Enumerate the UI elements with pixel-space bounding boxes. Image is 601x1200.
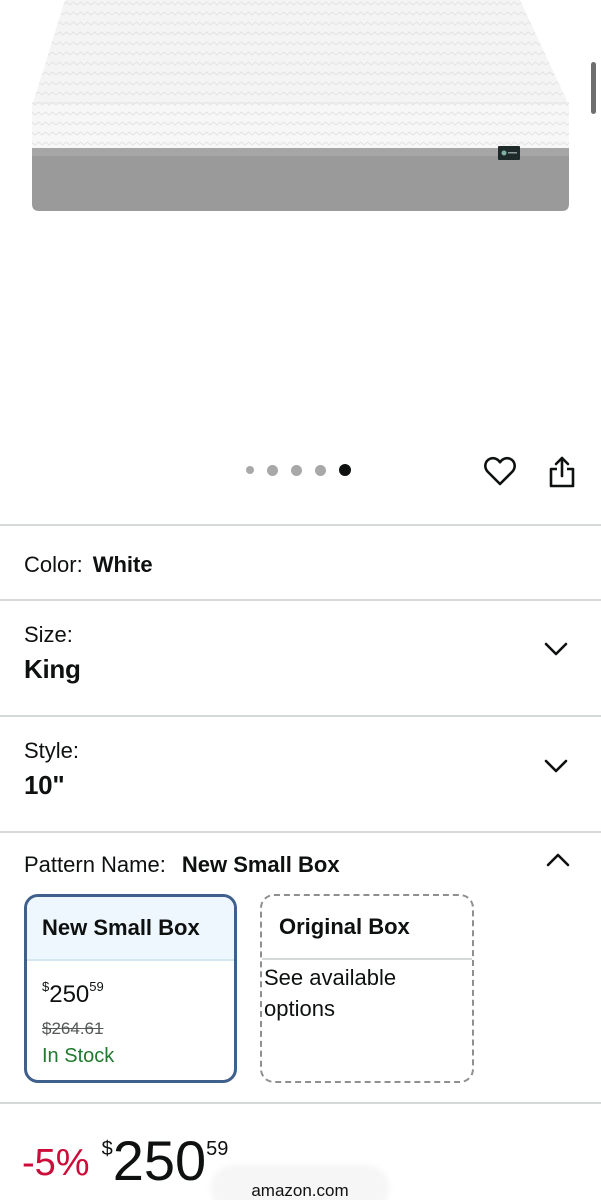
image-scroll-indicator <box>591 62 596 114</box>
divider <box>0 524 601 526</box>
browser-address-bar[interactable]: amazon.com <box>214 1168 386 1200</box>
list-price: $264.61 <box>42 1019 104 1038</box>
price-fraction: 59 <box>206 1138 229 1160</box>
carousel-dots[interactable] <box>246 464 351 476</box>
pattern-option-new-small-box[interactable]: New Small Box $25059 $264.61 In Stock <box>24 894 237 1083</box>
pattern-label: Pattern Name: <box>24 852 166 877</box>
pattern-option-title: Original Box <box>262 896 472 960</box>
favorite-button[interactable] <box>480 451 520 491</box>
chevron-up-icon <box>546 853 570 867</box>
pattern-option-title: New Small Box <box>27 897 234 961</box>
product-image-gallery[interactable] <box>0 0 601 525</box>
share-icon <box>549 456 575 488</box>
pattern-value: New Small Box <box>181 852 340 877</box>
carousel-dot[interactable] <box>315 464 326 476</box>
color-row: Color: White <box>24 552 601 578</box>
carousel-dot[interactable] <box>267 464 278 476</box>
price-whole: 250 <box>112 1129 207 1192</box>
chevron-down-icon <box>544 759 568 773</box>
share-button[interactable] <box>542 451 582 493</box>
style-selector[interactable]: Style: 10" <box>0 716 601 831</box>
pattern-option-description: See available options <box>264 965 397 1021</box>
style-dropdown-toggle[interactable] <box>542 752 570 780</box>
size-selector[interactable]: Size: King <box>0 600 601 715</box>
price-block: -5% $ 250 59 <box>22 1128 228 1194</box>
color-label: Color: <box>24 552 83 577</box>
color-value: White <box>92 552 153 577</box>
discount-percent: -5% <box>22 1142 90 1184</box>
style-value: 10" <box>24 770 65 800</box>
divider <box>0 1102 601 1104</box>
address-domain: amazon.com <box>251 1181 349 1200</box>
price-currency: $ <box>42 979 50 994</box>
divider <box>0 831 601 833</box>
size-value: King <box>24 654 81 684</box>
carousel-dot[interactable] <box>246 466 254 474</box>
carousel-dot-active[interactable] <box>339 464 351 476</box>
price-currency: $ <box>101 1138 113 1160</box>
chevron-down-icon <box>544 642 568 656</box>
heart-icon <box>484 456 516 486</box>
price-fraction: 59 <box>89 979 104 994</box>
pattern-option-price: $25059 <box>42 975 219 1009</box>
product-image[interactable] <box>0 0 601 230</box>
pattern-row: Pattern Name: New Small Box <box>24 852 601 878</box>
size-label: Size: <box>24 622 73 647</box>
pattern-collapse-toggle[interactable] <box>544 846 572 874</box>
availability-status: In Stock <box>42 1045 115 1067</box>
style-label: Style: <box>24 738 80 763</box>
pattern-option-original-box[interactable]: Original Box See available options <box>260 894 474 1083</box>
price-whole: 250 <box>49 981 90 1008</box>
carousel-dot[interactable] <box>291 464 302 476</box>
size-dropdown-toggle[interactable] <box>542 635 570 663</box>
